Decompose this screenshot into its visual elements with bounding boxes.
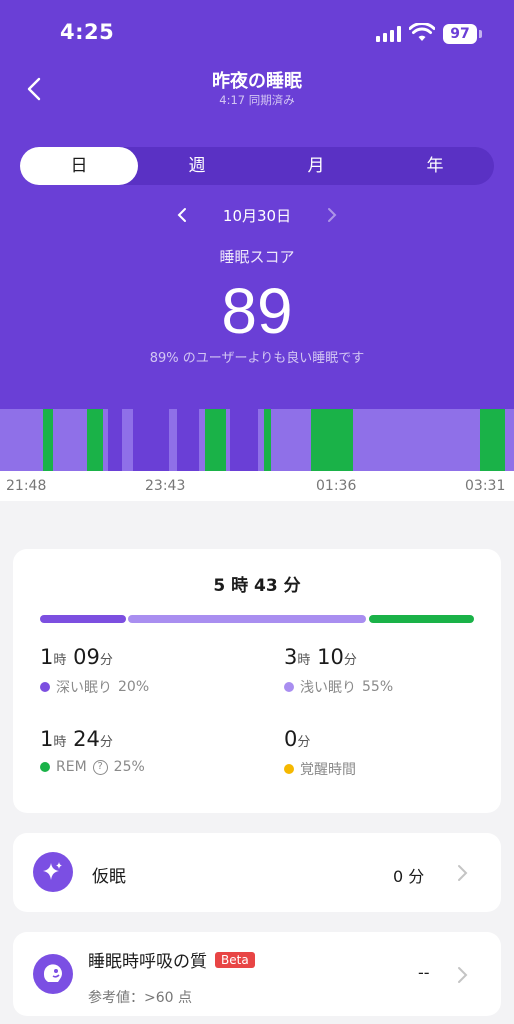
breathing-quality-row[interactable]: 睡眠時呼吸の質 Beta 参考値：>60 点 --: [13, 932, 501, 1016]
minutes: 24: [73, 727, 100, 751]
rem-segment: [205, 409, 226, 471]
period-tabs: 日 週 月 年: [20, 147, 494, 185]
current-date: 10月30日: [222, 207, 292, 225]
timeline-axis: 21:48 23:43 01:36 03:31: [0, 471, 514, 501]
sleep-stage-timeline: [0, 409, 514, 471]
time-label: 23:43: [145, 478, 186, 494]
sleep-summary-card: 5 時 43 分 1時 09分 深い眠り 20% 3時 10分 浅い眠り 55% 1…: [13, 549, 501, 813]
legend-dot: [40, 762, 50, 772]
nap-value: 0 分: [393, 867, 425, 886]
chevron-right-icon: [458, 967, 468, 983]
unit: 分: [99, 735, 113, 750]
unit: 時: [297, 653, 311, 668]
breathing-reference: 参考値：>60 点: [88, 990, 192, 1006]
legend-dot: [284, 682, 294, 692]
minutes: 10: [317, 645, 344, 669]
hours: 3: [284, 645, 298, 669]
deep-sleep-stat: 1時 09分 深い眠り 20%: [40, 645, 149, 697]
total-sleep-duration: 5 時 43 分: [213, 576, 301, 596]
tab-day[interactable]: 日: [20, 147, 138, 185]
cellular-signal-icon: [376, 26, 401, 42]
page-title: 昨夜の睡眠: [212, 71, 302, 92]
deep-sleep-bar: [40, 615, 126, 623]
breathing-value: --: [418, 963, 430, 982]
chevron-right-icon: [458, 865, 468, 881]
breathing-title-text: 睡眠時呼吸の質: [88, 952, 207, 972]
unit: 時: [53, 653, 67, 668]
beta-badge: Beta: [215, 952, 255, 968]
stage-name: 覚醒時間: [300, 762, 356, 778]
light-sleep-bar: [128, 615, 366, 623]
help-icon[interactable]: ?: [92, 759, 108, 775]
unit: 分: [343, 653, 357, 668]
nap-title: 仮眠: [92, 867, 126, 887]
rem-sleep-stat: 1時 24分 REM? 25%: [40, 727, 145, 775]
rem-segment: [264, 409, 271, 471]
awake-stat: 0分 覚醒時間: [284, 727, 356, 779]
unit: 時: [53, 735, 67, 750]
stage-name: 浅い眠り: [300, 680, 356, 696]
deep-segment: [177, 409, 199, 471]
wifi-icon: [409, 23, 435, 41]
sparkle-icon: [33, 852, 73, 892]
rem-segment: [480, 409, 505, 471]
time-label: 03:31: [465, 478, 506, 494]
time-label: 01:36: [316, 478, 357, 494]
stage-name: 深い眠り: [56, 680, 112, 696]
stage-name: REM: [56, 759, 87, 775]
legend-dot: [284, 764, 294, 774]
next-date-button[interactable]: [322, 204, 342, 226]
minutes: 0: [284, 727, 298, 751]
tab-month[interactable]: 月: [257, 147, 375, 185]
deep-segment: [108, 409, 122, 471]
breathing-title: 睡眠時呼吸の質 Beta: [88, 947, 255, 972]
battery-icon: 97: [443, 24, 477, 44]
deep-segment: [230, 409, 258, 471]
rem-segment: [87, 409, 103, 471]
light-sleep-stat: 3時 10分 浅い眠り 55%: [284, 645, 393, 697]
legend-dot: [40, 682, 50, 692]
rem-segment: [43, 409, 53, 471]
stage-percent: 20%: [118, 679, 150, 695]
minutes: 09: [73, 645, 100, 669]
unit: 分: [99, 653, 113, 668]
sync-status: 4:17 同期済み: [219, 93, 295, 107]
time-label: 21:48: [6, 478, 47, 494]
rem-sleep-bar: [369, 615, 474, 623]
tab-year[interactable]: 年: [376, 147, 494, 185]
deep-segment: [133, 409, 169, 471]
chevron-right-icon: [328, 208, 337, 222]
stage-percent: 55%: [362, 679, 394, 695]
status-time: 4:25: [60, 20, 115, 44]
nap-row[interactable]: 仮眠 0 分: [13, 833, 501, 912]
hours: 1: [40, 645, 54, 669]
sleep-score-comparison: 89% のユーザーよりも良い睡眠です: [149, 351, 365, 366]
sleep-score-label: 睡眠スコア: [219, 248, 295, 266]
battery-tip: [479, 30, 482, 38]
tab-week[interactable]: 週: [138, 147, 256, 185]
sleep-score-value: 89: [221, 275, 293, 347]
breathing-face-icon: [33, 954, 73, 994]
stage-percent: 25%: [113, 759, 145, 775]
rem-segment: [311, 409, 353, 471]
unit: 分: [297, 735, 311, 750]
hours: 1: [40, 727, 54, 751]
